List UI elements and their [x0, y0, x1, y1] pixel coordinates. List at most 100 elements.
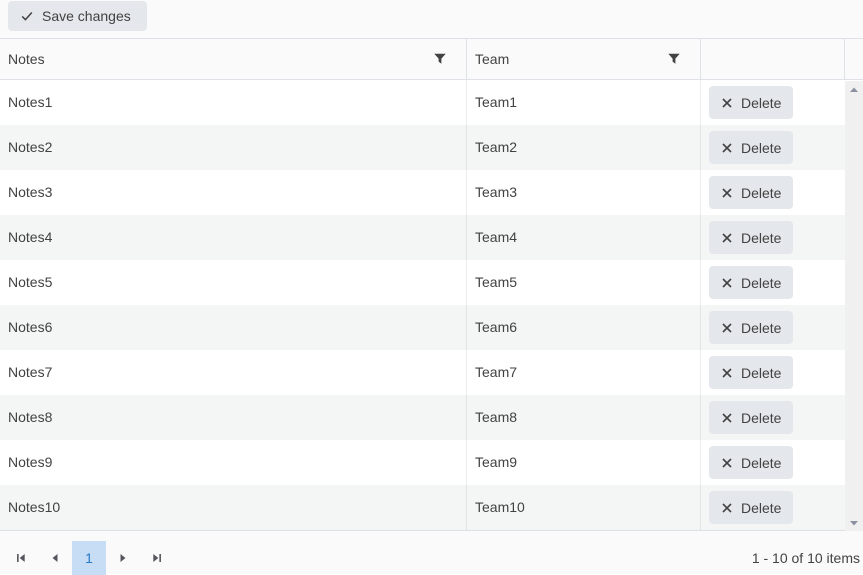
notes-cell: Notes10	[0, 485, 467, 530]
delete-button[interactable]: Delete	[709, 356, 793, 389]
team-cell: Team1	[467, 80, 701, 125]
actions-cell: Delete	[701, 395, 845, 440]
team-cell: Team6	[467, 305, 701, 350]
actions-cell: Delete	[701, 80, 845, 125]
delete-button[interactable]: Delete	[709, 491, 793, 524]
actions-cell: Delete	[701, 485, 845, 530]
notes-cell: Notes9	[0, 440, 467, 485]
delete-button-label: Delete	[741, 455, 781, 471]
actions-cell: Delete	[701, 260, 845, 305]
delete-button-label: Delete	[741, 410, 781, 426]
pager-next-button[interactable]	[106, 541, 140, 575]
scrollbar-up-arrow[interactable]	[845, 81, 863, 98]
table-row: Notes1 Team1 Delete	[0, 80, 845, 125]
save-changes-button[interactable]: Save changes	[8, 1, 147, 31]
grid-toolbar: Save changes	[0, 0, 863, 39]
team-cell: Team4	[467, 215, 701, 260]
table-row: Notes4 Team4 Delete	[0, 215, 845, 260]
delete-button[interactable]: Delete	[709, 266, 793, 299]
x-icon	[721, 232, 733, 244]
table-row: Notes5 Team5 Delete	[0, 260, 845, 305]
actions-cell: Delete	[701, 215, 845, 260]
pager-page-1-button[interactable]: 1	[72, 541, 106, 575]
notes-cell: Notes3	[0, 170, 467, 215]
delete-button[interactable]: Delete	[709, 86, 793, 119]
delete-button-label: Delete	[741, 365, 781, 381]
pager-nav: 1	[4, 541, 174, 574]
delete-button[interactable]: Delete	[709, 131, 793, 164]
delete-button-label: Delete	[741, 230, 781, 246]
triangle-up-icon	[849, 85, 859, 95]
delete-button-label: Delete	[741, 185, 781, 201]
actions-cell: Delete	[701, 350, 845, 395]
table-row: Notes7 Team7 Delete	[0, 350, 845, 395]
scrollbar-down-arrow[interactable]	[845, 514, 863, 531]
delete-button-label: Delete	[741, 320, 781, 336]
grid-pager: 1 1 - 10 of 10 items	[0, 530, 863, 574]
delete-button[interactable]: Delete	[709, 221, 793, 254]
notes-cell: Notes1	[0, 80, 467, 125]
table-row: Notes6 Team6 Delete	[0, 305, 845, 350]
column-header-actions	[701, 39, 845, 79]
vertical-scrollbar[interactable]	[845, 81, 863, 531]
table-row: Notes9 Team9 Delete	[0, 440, 845, 485]
caret-right-icon	[117, 552, 129, 564]
delete-button-label: Delete	[741, 500, 781, 516]
delete-button[interactable]: Delete	[709, 401, 793, 434]
column-header-notes-label: Notes	[8, 51, 45, 67]
notes-cell: Notes5	[0, 260, 467, 305]
notes-cell: Notes2	[0, 125, 467, 170]
x-icon	[721, 412, 733, 424]
table-row: Notes3 Team3 Delete	[0, 170, 845, 215]
team-cell: Team5	[467, 260, 701, 305]
team-cell: Team3	[467, 170, 701, 215]
team-cell: Team10	[467, 485, 701, 530]
notes-cell: Notes6	[0, 305, 467, 350]
header-scrollbar-filler	[845, 39, 863, 79]
grid-header: Notes Team	[0, 39, 863, 80]
x-icon	[721, 367, 733, 379]
x-icon	[721, 502, 733, 514]
table-row: Notes2 Team2 Delete	[0, 125, 845, 170]
triangle-down-icon	[849, 518, 859, 528]
pager-info: 1 - 10 of 10 items	[752, 548, 860, 574]
x-icon	[721, 97, 733, 109]
table-row: Notes10 Team10 Delete	[0, 485, 845, 530]
actions-cell: Delete	[701, 440, 845, 485]
delete-button-label: Delete	[741, 95, 781, 111]
column-header-team-label: Team	[475, 51, 509, 67]
x-icon	[721, 277, 733, 289]
pager-prev-button[interactable]	[38, 541, 72, 575]
notes-cell: Notes4	[0, 215, 467, 260]
delete-button[interactable]: Delete	[709, 176, 793, 209]
actions-cell: Delete	[701, 170, 845, 215]
delete-button-label: Delete	[741, 140, 781, 156]
table-row: Notes8 Team8 Delete	[0, 395, 845, 440]
x-icon	[721, 142, 733, 154]
save-changes-label: Save changes	[42, 8, 131, 24]
grid-body: Notes1 Team1 Delete Notes2 Team2 Delete	[0, 80, 845, 530]
caret-left-icon	[49, 552, 61, 564]
team-cell: Team7	[467, 350, 701, 395]
filter-icon[interactable]	[667, 52, 681, 66]
delete-button[interactable]: Delete	[709, 446, 793, 479]
seek-start-icon	[15, 552, 27, 564]
team-cell: Team2	[467, 125, 701, 170]
actions-cell: Delete	[701, 305, 845, 350]
filter-icon[interactable]	[433, 52, 447, 66]
pager-first-button[interactable]	[4, 541, 38, 575]
notes-cell: Notes8	[0, 395, 467, 440]
x-icon	[721, 187, 733, 199]
column-header-team[interactable]: Team	[467, 39, 701, 79]
pager-last-button[interactable]	[140, 541, 174, 575]
x-icon	[721, 322, 733, 334]
team-cell: Team9	[467, 440, 701, 485]
delete-button[interactable]: Delete	[709, 311, 793, 344]
seek-end-icon	[151, 552, 163, 564]
actions-cell: Delete	[701, 125, 845, 170]
team-cell: Team8	[467, 395, 701, 440]
check-icon	[20, 9, 34, 23]
column-header-notes[interactable]: Notes	[0, 39, 467, 79]
delete-button-label: Delete	[741, 275, 781, 291]
notes-cell: Notes7	[0, 350, 467, 395]
